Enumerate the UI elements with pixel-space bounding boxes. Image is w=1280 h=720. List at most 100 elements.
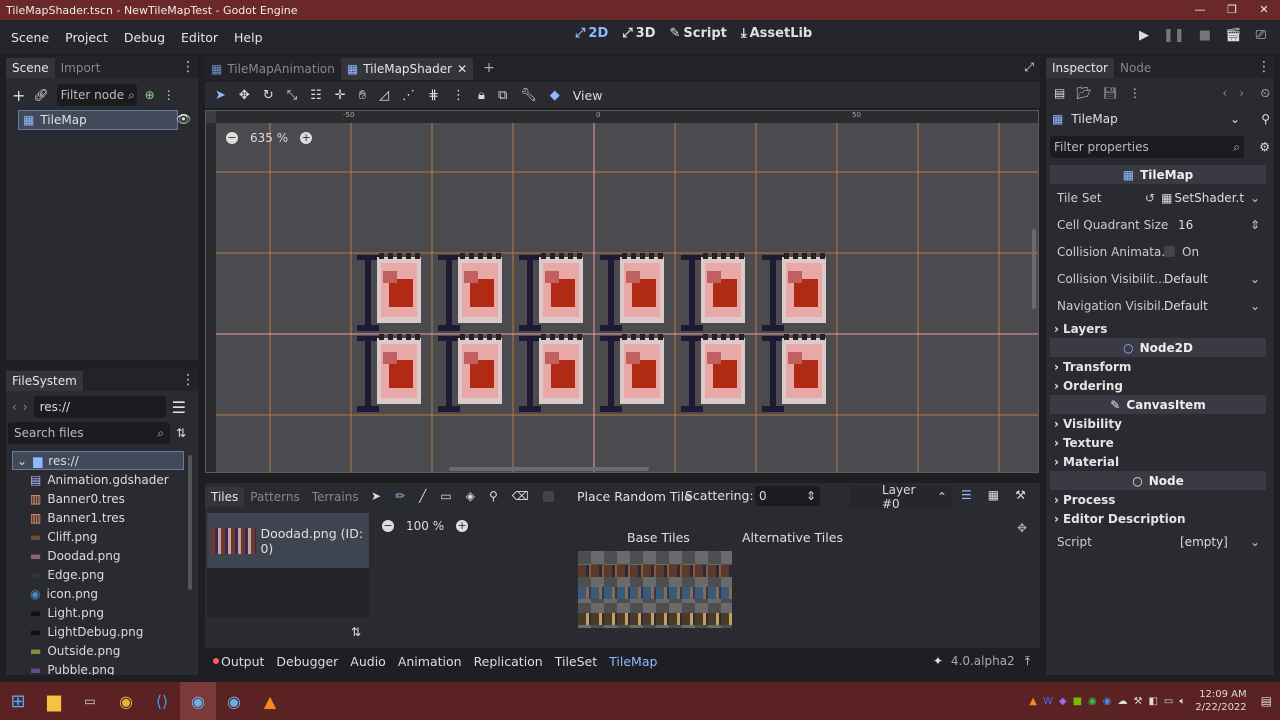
distraction-free-icon[interactable]: ⤢ (1024, 60, 1034, 75)
tray-nvidia-icon[interactable]: ■ (1073, 696, 1082, 707)
tab-import[interactable]: Import (55, 58, 107, 78)
file-item[interactable]: ▬ Light.png (12, 603, 184, 622)
split-view-icon[interactable]: ☰ (172, 398, 186, 417)
viewport-hscrollbar[interactable] (449, 467, 649, 471)
object-selector[interactable]: ▦ TileMap ⌄ (1050, 109, 1240, 129)
zoom-in-icon[interactable]: + (300, 132, 313, 144)
tab-terrains[interactable]: Terrains (306, 487, 365, 507)
sort-icon[interactable]: ⇅ (176, 426, 186, 440)
menu-editor[interactable]: Editor (173, 30, 226, 45)
lock-icon[interactable]: 🔒︎ (478, 88, 485, 103)
minimize-icon[interactable]: — (1184, 0, 1216, 20)
filesystem-menu-icon[interactable]: ⋮ (181, 373, 195, 387)
menu-help[interactable]: Help (226, 30, 271, 45)
file-item[interactable]: ▬ Outside.png (12, 641, 184, 660)
pan-icon[interactable]: ✥ (1017, 521, 1027, 535)
new-tab-icon[interactable]: + (473, 56, 505, 80)
random-tile-checkbox[interactable] (542, 490, 554, 502)
move-tool-icon[interactable]: ✥ (239, 88, 250, 103)
taskbar-vscode[interactable]: ⟨⟩ (144, 682, 180, 720)
section-material[interactable]: › Material (1050, 452, 1266, 471)
section-editor-description[interactable]: › Editor Description (1050, 509, 1266, 528)
paint-tool-icon[interactable]: ✏︎ (395, 489, 405, 503)
tray-app-icon[interactable]: ◆ (1059, 696, 1067, 707)
pause-icon[interactable]: ❚❚ (1163, 28, 1185, 43)
file-item[interactable]: ▬ Edge.png (12, 565, 184, 584)
section-layers[interactable]: › Layers (1050, 319, 1266, 338)
pan-tool-icon[interactable]: ✋︎ (359, 88, 366, 103)
save-resource-icon[interactable]: 💾︎ (1103, 86, 1118, 100)
file-item[interactable]: ▥ Banner0.tres (12, 489, 184, 508)
folder-res[interactable]: ⌄ ▆ res:// (12, 451, 184, 470)
taskbar-terminal[interactable]: ▭ (72, 682, 108, 720)
navigation-visibility-select[interactable]: Default (1164, 299, 1208, 313)
open-resource-icon[interactable]: 📂︎ (1076, 86, 1091, 100)
section-visibility[interactable]: › Visibility (1050, 414, 1266, 433)
viewport-vscrollbar[interactable] (1032, 229, 1036, 309)
zoom-out-icon[interactable]: − (382, 520, 394, 532)
rect-tool-icon[interactable]: ▭ (440, 489, 451, 503)
history-back-icon[interactable]: ‹ (1222, 86, 1227, 100)
file-item[interactable]: ▤ Animation.gdshader (12, 470, 184, 489)
file-item[interactable]: ◉ icon.png (12, 584, 184, 603)
tray-xbox-icon[interactable]: ◉ (1088, 696, 1097, 707)
layer-select[interactable]: Layer #0 ⌃ (850, 483, 953, 511)
collapse-panel-icon[interactable]: ⤒ (1025, 654, 1030, 669)
close-tab-icon[interactable]: ✕ (457, 62, 467, 76)
tray-vlc-icon[interactable]: ▲ (1029, 696, 1037, 707)
viewport[interactable]: -50 0 50 − 635 % + (205, 110, 1039, 473)
tray-bluetooth-icon[interactable]: ◉ (1103, 696, 1112, 707)
tab-patterns[interactable]: Patterns (244, 487, 305, 507)
scale-tool-icon[interactable]: ⤡ (287, 88, 297, 103)
section-process[interactable]: › Process (1050, 490, 1266, 509)
tab-tileset[interactable]: TileSet (549, 654, 603, 669)
instance-scene-icon[interactable]: ⊕ (145, 88, 155, 102)
taskbar-vlc[interactable]: ▲ (252, 682, 288, 720)
section-transform[interactable]: › Transform (1050, 357, 1266, 376)
view-menu[interactable]: View (573, 88, 603, 103)
path-input[interactable]: res:// (33, 396, 166, 418)
close-icon[interactable]: ✕ (1248, 0, 1280, 20)
tile-atlas[interactable] (578, 551, 732, 628)
reset-icon[interactable]: ↺ (1145, 191, 1155, 205)
object-tool-icon[interactable]: ⚲ (1261, 112, 1270, 126)
add-node-icon[interactable]: + (12, 86, 25, 105)
menu-scene[interactable]: Scene (3, 30, 57, 45)
scene-options-icon[interactable]: ⋮ (163, 88, 175, 102)
tray-volume-icon[interactable]: 🔈︎ (1179, 696, 1185, 707)
menu-project[interactable]: Project (57, 30, 116, 45)
taskbar-godot[interactable]: ◉ (180, 682, 216, 720)
new-resource-icon[interactable]: ▤ (1054, 86, 1065, 100)
tab-audio[interactable]: Audio (344, 654, 392, 669)
tab-output[interactable]: Output (221, 654, 270, 669)
scattering-input[interactable]: 0 ⇕ (755, 486, 820, 506)
tile-source-item[interactable]: Doodad.png (ID: 0) (207, 513, 369, 568)
tab-node[interactable]: Node (1114, 58, 1157, 78)
chevron-down-icon[interactable]: ⌄ (1250, 535, 1260, 549)
forward-icon[interactable]: › (23, 400, 28, 414)
workspace-assetlib-button[interactable]: ⤓ AssetLib (741, 26, 812, 41)
tiles-zoom-level[interactable]: 100 % (406, 519, 444, 533)
spinner-icon[interactable]: ⇕ (1250, 218, 1260, 232)
file-item[interactable]: ▬ Doodad.png (12, 546, 184, 565)
tab-tilemapanimation[interactable]: ▦ TileMapAnimation (205, 58, 341, 80)
taskbar-explorer[interactable]: ▆ (36, 682, 72, 720)
taskbar-godot-2[interactable]: ◉ (216, 682, 252, 720)
filter-node-input[interactable]: Filter node ⌕ (56, 84, 137, 106)
workspace-script-button[interactable]: ✎ Script (670, 26, 727, 41)
scene-tree-root[interactable]: ▦ TileMap (18, 110, 178, 130)
file-item[interactable]: ▬ Cliff.png (12, 527, 184, 546)
tab-debugger[interactable]: Debugger (270, 654, 344, 669)
skeleton-icon[interactable]: 🔧︎ (520, 88, 537, 103)
play-custom-icon[interactable]: ⎚ (1256, 28, 1266, 43)
taskbar-chrome[interactable]: ◉ (108, 682, 144, 720)
camera-icon[interactable]: ◆ (550, 88, 560, 103)
section-texture[interactable]: › Texture (1050, 433, 1266, 452)
bucket-tool-icon[interactable]: ◈ (466, 489, 475, 503)
start-button[interactable]: ⊞ (0, 682, 36, 720)
picker-tool-icon[interactable]: ⚲ (489, 489, 498, 503)
back-icon[interactable]: ‹ (12, 400, 17, 414)
tab-scene[interactable]: Scene (6, 58, 55, 78)
more-options-icon[interactable]: ⋮ (452, 88, 465, 103)
script-value[interactable]: [empty] (1180, 535, 1228, 549)
